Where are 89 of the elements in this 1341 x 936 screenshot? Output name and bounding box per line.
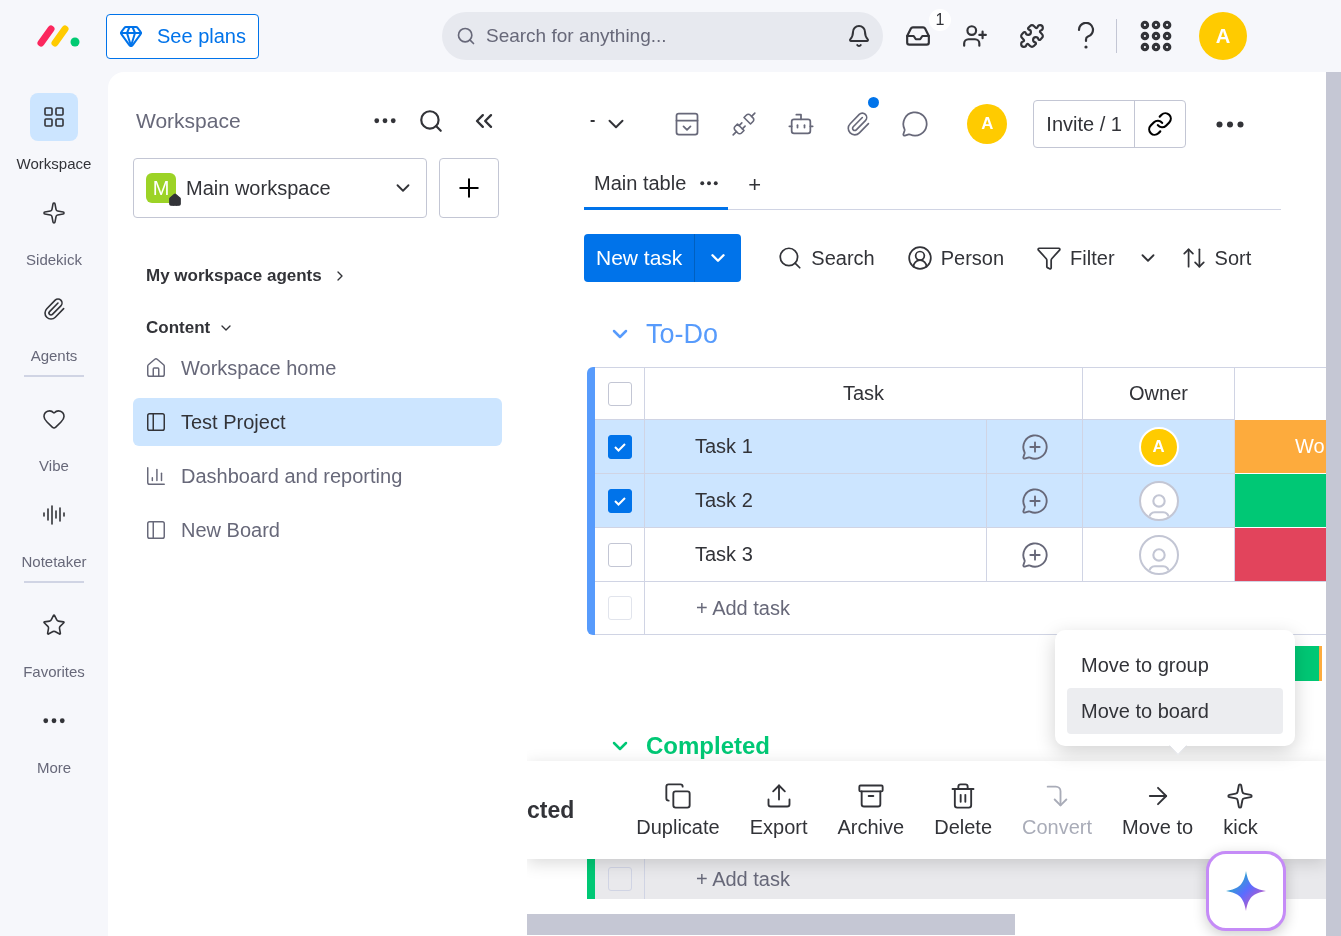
more-icon[interactable] (700, 181, 719, 186)
more-icon[interactable] (43, 718, 65, 724)
rail-label[interactable]: Sidekick (26, 251, 82, 268)
rail-label[interactable]: Notetaker (21, 553, 87, 570)
rail-label[interactable]: Agents (30, 347, 78, 364)
rail-label[interactable]: Favorites (23, 663, 85, 680)
section-toggle[interactable]: Content (146, 318, 235, 338)
status-summary-bar (1295, 646, 1322, 681)
rail-label[interactable]: Workspace (16, 155, 92, 172)
add-update-icon[interactable] (1020, 432, 1049, 461)
checkbox[interactable] (607, 488, 632, 513)
action-button[interactable]: Export (737, 781, 820, 839)
add-task-field[interactable]: + Add task (645, 867, 790, 891)
action-button[interactable]: Delete (922, 781, 1004, 839)
workspace-logo: M (146, 173, 176, 203)
building-icon (145, 357, 167, 379)
chart-icon (145, 465, 167, 487)
sidebar-item[interactable]: Test Project (133, 398, 502, 446)
column-header: Task (645, 367, 1083, 419)
workspace-select[interactable]: M Main workspace (133, 158, 427, 218)
search-icon (455, 26, 476, 46)
add-update-icon[interactable] (1020, 486, 1049, 515)
toolbar-button[interactable]: Sort (1166, 245, 1266, 271)
see-plans-button[interactable]: See plans (106, 13, 259, 59)
search-icon (418, 108, 444, 134)
toolbar-button[interactable]: Search (763, 245, 889, 271)
add-update-icon[interactable] (1020, 540, 1049, 569)
help-icon[interactable] (1075, 22, 1096, 50)
selection-count: cted (527, 796, 575, 824)
sidekick-button[interactable] (1206, 851, 1286, 931)
task-name-cell[interactable]: Task 1 (645, 419, 987, 473)
rail-button[interactable] (30, 93, 78, 141)
inbox-icon[interactable] (904, 23, 931, 49)
action-button[interactable]: Move to (1110, 781, 1206, 839)
task-name-cell[interactable]: Task 2 (645, 473, 987, 527)
link-icon (1146, 111, 1173, 137)
menu-item[interactable]: Move to group (1067, 642, 1283, 688)
star-icon (42, 613, 66, 637)
sparkle-icon (1226, 871, 1266, 911)
add-task-field[interactable]: + Add task (645, 581, 1326, 635)
toolbar-button[interactable]: Person (892, 245, 1019, 271)
sidebar-item[interactable]: New Board (133, 506, 502, 554)
action-button[interactable]: Duplicate (624, 781, 732, 839)
agents-link[interactable]: My workspace agents (146, 266, 348, 286)
board-icon (145, 411, 167, 433)
action-button[interactable]: Archive (825, 781, 917, 839)
sidebar-item[interactable]: Workspace home (133, 344, 502, 392)
puzzle-icon[interactable] (1018, 23, 1045, 49)
sort-icon (1180, 245, 1207, 271)
sidebar-item[interactable]: Dashboard and reporting (133, 452, 502, 500)
filter-icon (1036, 245, 1063, 271)
search-icon (777, 245, 804, 271)
board-title-button[interactable]: - (584, 111, 630, 137)
menu-item[interactable]: Move to board (1067, 688, 1283, 734)
sparkle-icon (1226, 781, 1255, 810)
column-header: Owner (1083, 367, 1235, 419)
action-button[interactable]: kick (1211, 781, 1270, 839)
rail-label[interactable]: Vibe (39, 457, 69, 474)
checkbox[interactable] (607, 542, 632, 567)
panel-title: Workspace (136, 109, 242, 133)
paperclip-icon[interactable] (845, 111, 872, 137)
checkbox[interactable] (607, 381, 632, 406)
view-tab[interactable]: Main table (584, 160, 729, 210)
heart-icon (42, 407, 66, 431)
more-icon[interactable] (374, 118, 396, 124)
invite-user-icon[interactable] (961, 23, 988, 49)
checkbox[interactable] (607, 434, 632, 459)
home-icon (168, 193, 182, 207)
toolbar-button[interactable]: Filter (1022, 245, 1129, 271)
chat-icon[interactable] (901, 110, 930, 138)
person-icon (906, 245, 933, 271)
bell-icon[interactable] (846, 24, 871, 48)
copy-icon (664, 781, 692, 810)
add-button[interactable] (439, 158, 499, 218)
task-name-cell[interactable]: Task 3 (645, 527, 987, 581)
add-view-button[interactable]: + (742, 170, 768, 199)
sparkle-icon (42, 201, 66, 225)
rail-label[interactable]: More (36, 759, 72, 776)
logo-icon[interactable] (36, 24, 82, 48)
paperclip-icon (42, 297, 66, 321)
audio-wave-icon (42, 503, 66, 527)
search-bar[interactable]: Search for anything... (441, 12, 883, 60)
more-icon[interactable] (1215, 120, 1244, 128)
unplug-icon[interactable] (731, 111, 758, 137)
diamond-icon (119, 24, 143, 48)
grid-icon (42, 105, 66, 129)
count-badge: 1 (928, 9, 951, 31)
board-icon (145, 519, 167, 541)
search-field[interactable]: Search for anything... (483, 24, 839, 48)
